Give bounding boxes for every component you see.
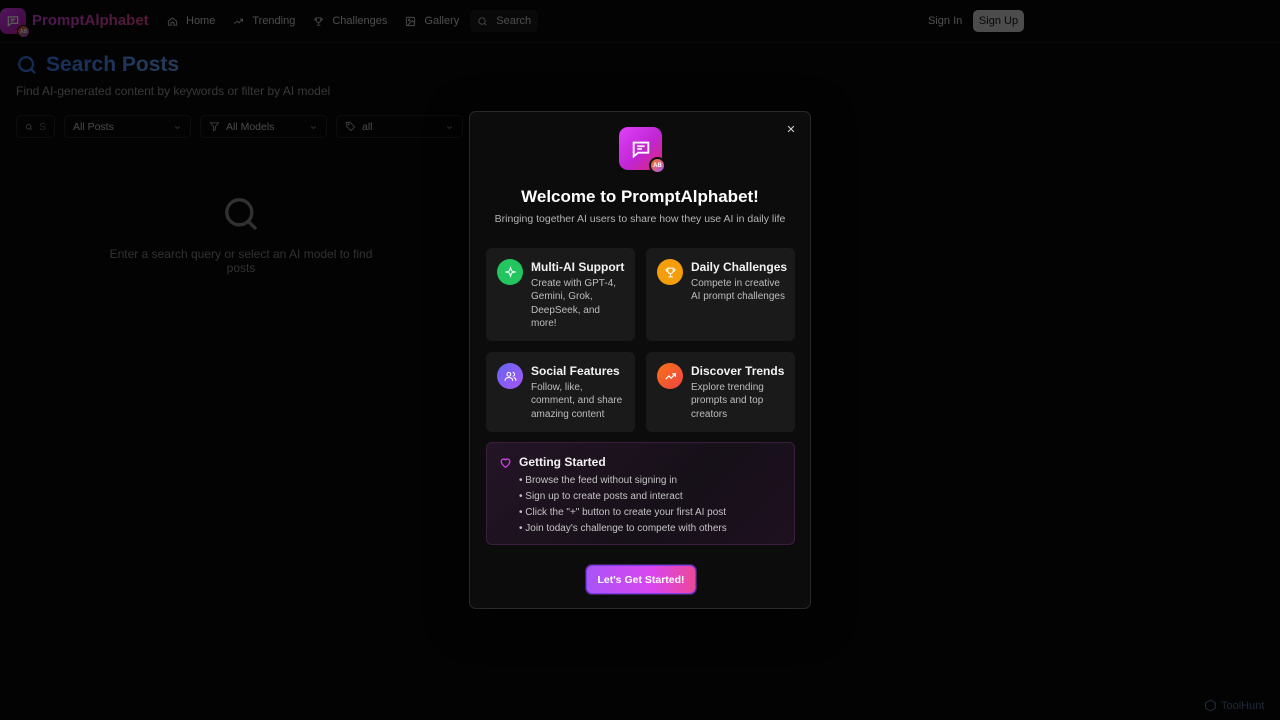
trophy-glyph — [665, 267, 675, 277]
modal-logo-badge: AB — [649, 157, 666, 174]
modal-title: Welcome to PromptAlphabet! — [521, 187, 759, 206]
feature-desc: Explore trending prompts and top creator… — [691, 382, 764, 420]
welcome-modal: AB Welcome to PromptAlphabet! Bringing t… — [469, 111, 811, 609]
feature-desc: Compete in creative AI prompt challenges — [691, 278, 785, 303]
trending-up-icon — [657, 363, 683, 389]
users-glyph — [504, 371, 516, 381]
modal-logo: AB — [619, 127, 666, 174]
sparkles-glyph — [503, 265, 517, 278]
list-item: • Click the "+" button to create your fi… — [519, 507, 727, 518]
sparkles-icon — [497, 259, 523, 285]
modal-subtitle: Bringing together AI users to share how … — [494, 213, 786, 225]
heart-icon — [500, 458, 511, 469]
watermark-logo-icon — [1205, 699, 1216, 712]
feature-desc: Create with GPT-4, Gemini, Grok, DeepSee… — [531, 278, 617, 329]
list-item: • Join today's challenge to compete with… — [519, 523, 727, 534]
feature-title: Discover Trends — [691, 364, 785, 378]
getting-started-box: Getting Started • Browse the feed withou… — [486, 442, 795, 545]
feature-card-social: Social Features Follow, like, comment, a… — [486, 352, 635, 432]
feature-title: Social Features — [531, 364, 620, 378]
getting-started-list: • Browse the feed without signing in • S… — [519, 473, 727, 537]
watermark-text: ToolHunt — [1221, 699, 1265, 712]
trending-glyph — [664, 372, 676, 380]
watermark: ToolHunt — [1204, 699, 1264, 712]
feature-card-daily-challenges: Daily Challenges Compete in creative AI … — [646, 248, 795, 341]
feature-card-discover-trends: Discover Trends Explore trending prompts… — [646, 352, 795, 432]
feature-card-multi-ai: Multi-AI Support Create with GPT-4, Gemi… — [486, 248, 635, 341]
close-button[interactable] — [784, 122, 798, 136]
users-icon — [497, 363, 523, 389]
feature-title: Daily Challenges — [691, 260, 788, 274]
getting-started-title: Getting Started — [519, 455, 606, 469]
chat-icon — [632, 141, 649, 158]
trophy-icon — [657, 259, 683, 285]
feature-desc: Follow, like, comment, and share amazing… — [531, 382, 623, 420]
close-icon — [787, 125, 795, 133]
list-item: • Browse the feed without signing in — [519, 475, 678, 486]
list-item: • Sign up to create posts and interact — [519, 491, 683, 502]
feature-title: Multi-AI Support — [531, 260, 625, 274]
get-started-button[interactable]: Let's Get Started! — [586, 565, 696, 594]
